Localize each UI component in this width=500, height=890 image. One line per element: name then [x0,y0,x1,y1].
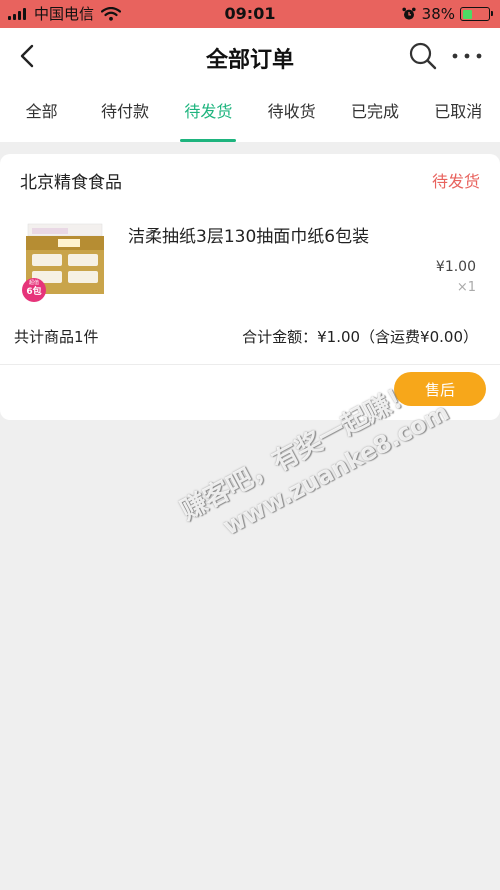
tab-cancelled[interactable]: 已取消 [417,84,500,142]
badge-pack-label: 6包 [26,285,41,297]
product-thumbnail[interactable]: 超值 6包 [18,214,108,304]
order-status: 待发货 [431,172,480,191]
shop-name[interactable]: 北京精食食品 [20,168,122,193]
tab-all[interactable]: 全部 [0,84,83,142]
aftersale-button[interactable]: 售后 [394,372,486,406]
alarm-icon [402,7,416,20]
search-icon[interactable] [408,41,438,71]
tab-pending-receipt[interactable]: 待收货 [250,84,333,142]
battery-icon [460,7,493,21]
status-bar: 中国电信 09:01 38% [0,0,500,28]
tab-pending-shipment[interactable]: 待发货 [167,84,250,142]
divider [0,364,500,365]
order-card[interactable]: 北京精食食品 待发货 超值 6包 洁柔抽纸3层130抽面巾纸6包装 ¥1.00 … [0,154,500,420]
battery-percent: 38% [421,5,455,23]
order-tabs: 全部 待付款 待发货 待收货 已完成 已取消 [0,84,500,142]
badge-small-label: 超值 [29,279,39,286]
product-quantity: ×1 [456,280,476,295]
product-title[interactable]: 洁柔抽纸3层130抽面巾纸6包装 [128,222,369,247]
nav-bar: 全部订单 [0,28,500,84]
order-total: 合计金额：¥1.00（含运费¥0.00） [242,328,478,346]
more-icon[interactable] [450,42,484,70]
tab-pending-payment[interactable]: 待付款 [83,84,166,142]
battery-level [462,9,472,19]
tab-completed[interactable]: 已完成 [333,84,416,142]
item-count: 共计商品1件 [14,328,99,346]
product-price: ¥1.00 [435,259,476,275]
